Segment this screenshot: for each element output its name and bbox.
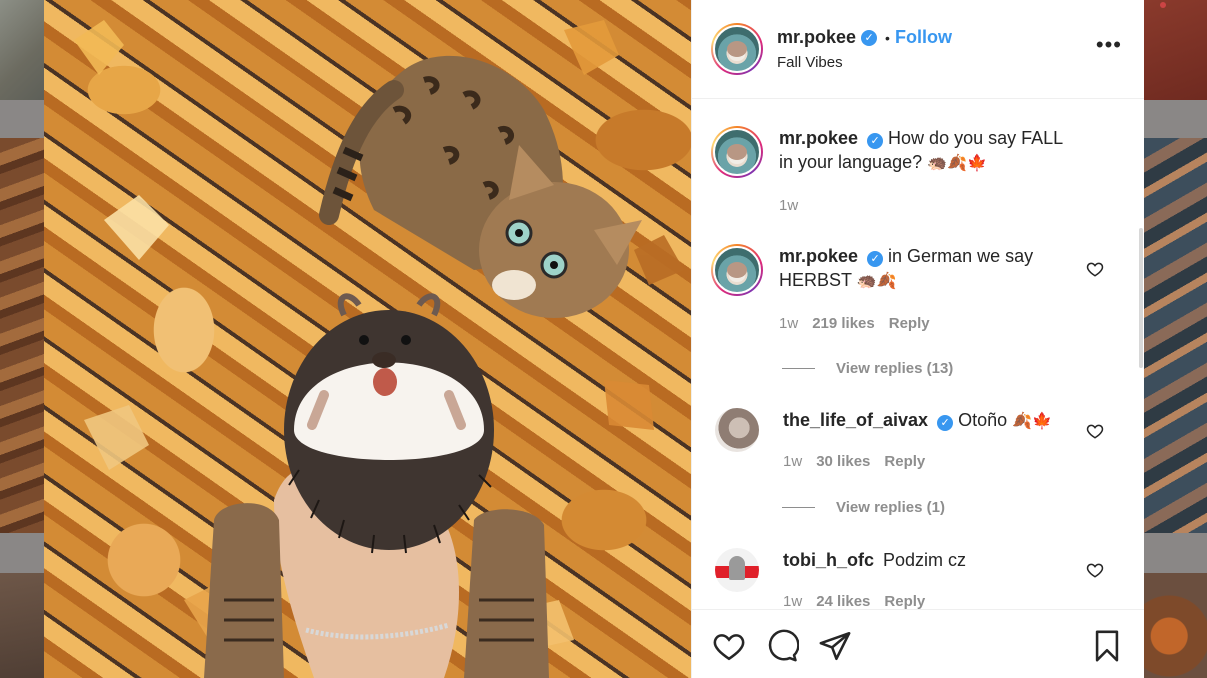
more-options-button[interactable]: ••• [1096,34,1122,56]
comment-emoji: 🦔🍂 [856,273,897,290]
view-replies-line [782,507,815,508]
comment-likes[interactable]: 30 likes [816,450,870,474]
commenter-avatar[interactable] [715,408,759,452]
view-replies-line [782,368,815,369]
notification-dot [1160,2,1166,8]
hedgehog-illustration [284,293,494,554]
caption-comment: mr.pokee ✓ How do you say FALL in your lan… [711,126,1144,218]
header-separator: • [885,29,890,46]
comment-time[interactable]: 1w [779,312,798,336]
view-replies-button[interactable]: View replies (13) [782,360,953,377]
comment-text: Otoño [958,410,1008,430]
comment-item: tobi_h_ofc Podzim cz 1w 24 likes Reply [711,548,1144,609]
like-comment-heart-icon[interactable] [1086,260,1104,278]
commenter-avatar[interactable] [711,244,763,296]
reply-button[interactable]: Reply [889,312,930,336]
verified-badge-icon: ✓ [867,133,884,149]
comment-username[interactable]: mr.pokee [779,128,858,148]
like-comment-heart-icon[interactable] [1086,422,1104,440]
cat-illustration [319,55,642,318]
post-modal: mr.pokee ✓ • Follow Fall Vibes ••• mr.po… [44,0,1144,678]
background-gap [1144,533,1207,573]
like-heart-icon[interactable] [712,629,746,663]
verified-badge-icon: ✓ [867,251,884,267]
comment-likes[interactable]: 219 likes [812,312,875,336]
comment-text: Podzim cz [883,550,967,570]
photo-illustration [74,20,684,678]
save-bookmark-icon[interactable] [1090,629,1124,663]
commenter-avatar[interactable] [711,126,763,178]
background-thumbnail[interactable] [0,0,44,100]
view-replies-label: View replies (13) [836,360,954,377]
verified-badge-icon: ✓ [937,415,954,431]
reply-button[interactable]: Reply [884,450,925,474]
post-actions-bar [692,609,1144,678]
post-photo[interactable] [44,0,691,678]
comment-username[interactable]: mr.pokee [779,246,858,266]
commenter-avatar[interactable] [715,548,759,592]
post-sidebar: mr.pokee ✓ • Follow Fall Vibes ••• mr.po… [691,0,1144,678]
follow-button[interactable]: Follow [895,27,952,48]
view-replies-label: View replies (1) [836,499,945,516]
background-gap [1144,100,1207,138]
background-thumbnail[interactable] [1144,138,1207,533]
background-gap [0,533,44,573]
comment-username[interactable]: the_life_of_aivax [783,410,928,430]
reply-button[interactable]: Reply [884,590,925,609]
comment-time[interactable]: 1w [783,590,802,609]
post-header: mr.pokee ✓ • Follow Fall Vibes ••• [692,0,1144,99]
post-location[interactable]: Fall Vibes [777,54,952,71]
share-send-icon[interactable] [818,629,852,663]
comment-likes[interactable]: 24 likes [816,590,870,609]
like-comment-heart-icon[interactable] [1086,561,1104,579]
verified-badge-icon: ✓ [861,29,878,46]
background-thumbnail[interactable] [0,573,44,678]
comment-bubble-icon[interactable] [765,629,799,663]
view-replies-button[interactable]: View replies (1) [782,499,945,516]
scrollbar-thumb[interactable] [1139,228,1143,368]
comments-list[interactable]: mr.pokee ✓ How do you say FALL in your lan… [692,100,1144,609]
background-thumbnail[interactable] [0,138,44,533]
comment-time[interactable]: 1w [779,194,798,218]
background-thumbnail[interactable] [1144,0,1207,100]
comment-username[interactable]: tobi_h_ofc [783,550,874,570]
comment-item: the_life_of_aivax ✓ Otoño 🍂🍁 1w 30 likes R… [711,408,1144,474]
comment-item: mr.pokee ✓ in German we say HERBST 🦔🍂 1w 2… [711,244,1144,336]
comment-time[interactable]: 1w [783,450,802,474]
background-gap [0,100,44,138]
author-avatar[interactable] [711,23,763,75]
author-username[interactable]: mr.pokee [777,27,856,48]
comments-scrollbar[interactable] [1138,100,1144,609]
comment-emoji: 🍂🍁 [1012,413,1052,430]
background-thumbnail[interactable] [1144,573,1207,678]
comment-emoji: 🦔🍂🍁 [927,155,987,172]
